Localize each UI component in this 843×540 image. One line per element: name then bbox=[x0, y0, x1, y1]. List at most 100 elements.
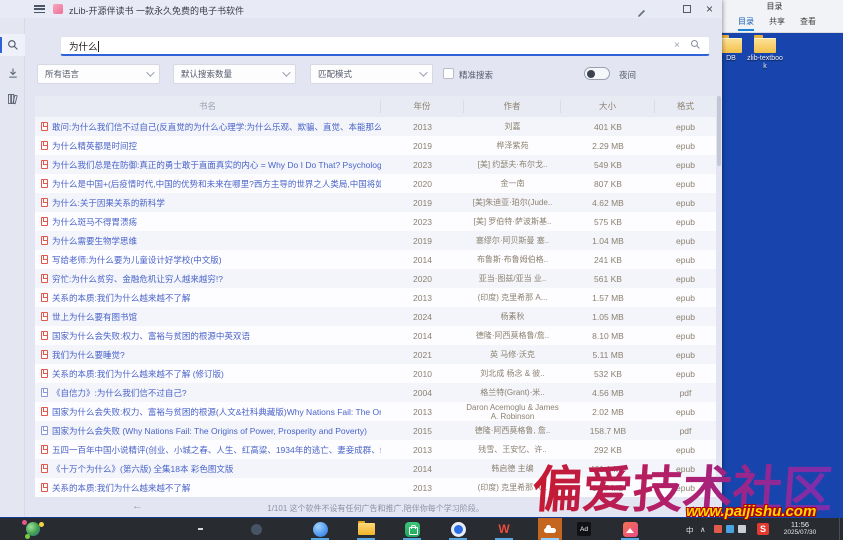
explorer-title: 目录 bbox=[706, 0, 843, 13]
book-title-link[interactable]: 世上为什么要有图书馆 bbox=[52, 311, 137, 323]
table-row[interactable]: 国家为什么会失败 (Why Nations Fail: The Origins … bbox=[35, 421, 716, 440]
header-author[interactable]: 作者 bbox=[464, 100, 561, 113]
table-row[interactable]: 为什么是中国+(后疫情时代,中国的优势和未来在哪里?西方主导的世界之人类局,中国… bbox=[35, 174, 716, 193]
close-button[interactable]: × bbox=[706, 1, 713, 17]
start-button[interactable] bbox=[24, 520, 42, 538]
book-size: 807 KB bbox=[561, 179, 655, 189]
book-title-link[interactable]: 为什么精英都是时间控 bbox=[52, 140, 137, 152]
book-title-link[interactable]: 国家为什么会失败 (Why Nations Fail: The Origins … bbox=[52, 425, 367, 437]
language-filter-value: 所有语言 bbox=[45, 68, 79, 80]
explorer-tab-share[interactable]: 共享 bbox=[769, 13, 785, 31]
book-format-icon bbox=[41, 274, 48, 283]
tray-expand-caret[interactable]: ∧ bbox=[700, 525, 706, 534]
book-title-link[interactable]: 五四一百年中国小说精评(创业、小城之春、人生、红高粱、1934年的逃亡、妻妾成群… bbox=[52, 444, 381, 456]
table-row[interactable]: 为什么我们总是在防御:真正的勇士敢于直面真实的内心 = Why Do I Do … bbox=[35, 155, 716, 174]
table-row[interactable]: 写给老师:为什么要为儿童设计好学校(中文版) 2014 布鲁斯·布鲁姆伯格.. … bbox=[35, 250, 716, 269]
sogou-input-icon[interactable]: S bbox=[757, 523, 769, 535]
table-row[interactable]: 国家为什么会失败:权力、富裕与贫困的根源中英双语 2014 德隆·阿西莫格鲁/詹… bbox=[35, 326, 716, 345]
match-mode-value: 匹配模式 bbox=[318, 68, 352, 80]
book-year: 2014 bbox=[381, 464, 464, 474]
tray-security-icon[interactable] bbox=[714, 525, 722, 533]
sidebar-item-downloads[interactable] bbox=[0, 62, 25, 84]
feedback-pencil-icon[interactable] bbox=[637, 4, 647, 22]
bookshelf-icon bbox=[7, 93, 19, 105]
wps-icon[interactable]: W bbox=[492, 518, 516, 540]
book-author: [美]朱迪亚·珀尔(Jude.. bbox=[464, 198, 561, 207]
photos-icon[interactable] bbox=[618, 518, 642, 540]
search-input[interactable]: 为什么 × bbox=[60, 36, 710, 56]
desktop-icon-zlib-textbook[interactable]: zlib-textbook bbox=[746, 38, 784, 71]
menu-icon[interactable] bbox=[34, 5, 45, 13]
show-desktop-button[interactable] bbox=[839, 518, 843, 540]
book-title-link[interactable]: 为什么:关于因果关系的新科学 bbox=[52, 197, 165, 209]
dim-app-icon[interactable] bbox=[244, 518, 268, 540]
book-title-link[interactable]: 我们为什么要睡觉? bbox=[52, 349, 125, 361]
table-row[interactable]: 《自信力》:为什么我们信不过自己? 2004 格兰特(Grant)·米.. 4.… bbox=[35, 383, 716, 402]
table-row[interactable]: 为什么斑马不得胃溃疡 2023 [美] 罗伯特·萨波斯基.. 575 KB ep… bbox=[35, 212, 716, 231]
book-title-link[interactable]: 为什么是中国+(后疫情时代,中国的优势和未来在哪里?西方主导的世界之人类局,中国… bbox=[52, 178, 381, 190]
book-title-link[interactable]: 为什么斑马不得胃溃疡 bbox=[52, 216, 137, 228]
header-size[interactable]: 大小 bbox=[561, 100, 655, 113]
explorer-tab-home[interactable]: 目录 bbox=[738, 13, 754, 31]
book-title-link[interactable]: 《十万个为什么》(第六版) 全集18本 彩色图文版 bbox=[52, 463, 233, 475]
table-row[interactable]: 世上为什么要有图书馆 2024 杨素秋 1.05 MB epub bbox=[35, 307, 716, 326]
cloud-app-icon-active[interactable] bbox=[538, 518, 562, 540]
tray-volume-icon[interactable] bbox=[738, 525, 746, 533]
player-icon[interactable] bbox=[446, 518, 470, 540]
window-title: zLib-开源伴读书 一款永久免费的电子书软件 bbox=[69, 4, 244, 17]
hidden-icons-dash[interactable] bbox=[188, 518, 212, 540]
table-row[interactable]: 穷忙:为什么贫穷、金融危机让穷人越来越穷!? 2020 亚当·图兹/亚当 业..… bbox=[35, 269, 716, 288]
book-title-link[interactable]: 《自信力》:为什么我们信不过自己? bbox=[52, 387, 187, 399]
book-author: 德隆·阿西莫格鲁, 詹.. bbox=[464, 426, 561, 435]
result-count-dropdown[interactable]: 默认搜索数量 bbox=[173, 64, 296, 84]
ad-app-icon[interactable]: Ad bbox=[572, 518, 596, 540]
header-title[interactable]: 书名 bbox=[35, 100, 381, 113]
table-scrollbar[interactable] bbox=[717, 96, 721, 496]
book-title-link[interactable]: 关系的本质:我们为什么越来越不了解 (修订版) bbox=[52, 368, 224, 380]
ime-indicator[interactable]: 中 bbox=[686, 525, 694, 536]
book-title-link[interactable]: 国家为什么会失败:权力、富裕与贫困的根源(人文&社科典藏版)Why Nation… bbox=[52, 406, 381, 418]
book-title-link[interactable]: 为什么需要生物学思维 bbox=[52, 235, 137, 247]
precise-search-checkbox[interactable] bbox=[443, 68, 454, 79]
book-format-icon bbox=[41, 483, 48, 492]
language-filter-dropdown[interactable]: 所有语言 bbox=[37, 64, 160, 84]
clear-search-icon[interactable]: × bbox=[674, 40, 680, 51]
table-row[interactable]: 国家为什么会失败:权力、富裕与贫困的根源(人文&社科典藏版)Why Nation… bbox=[35, 402, 716, 421]
table-row[interactable]: 关系的本质:我们为什么越来越不了解 2013 (印度) 克里希那 A... 1.… bbox=[35, 288, 716, 307]
book-year: 2010 bbox=[381, 369, 464, 379]
explorer-tab-view[interactable]: 查看 bbox=[800, 13, 816, 31]
quark-browser-icon[interactable] bbox=[308, 518, 332, 540]
header-year[interactable]: 年份 bbox=[381, 100, 464, 113]
tray-network-icon[interactable] bbox=[726, 525, 734, 533]
book-author: 刘嘉 bbox=[464, 122, 561, 131]
sidebar-item-bookshelf[interactable] bbox=[0, 88, 25, 110]
table-row[interactable]: 为什么需要生物学思维 2019 塞缪尔·阿贝斯曼 塞.. 1.04 MB epu… bbox=[35, 231, 716, 250]
table-row[interactable]: 我们为什么要睡觉? 2021 英 马修·沃克 5.11 MB epub bbox=[35, 345, 716, 364]
explorer-window[interactable]: 目录 目录 共享 查看 bbox=[706, 0, 843, 33]
maximize-button[interactable] bbox=[683, 5, 691, 13]
book-title-link[interactable]: 关系的本质:我们为什么越来越不了解 bbox=[52, 292, 190, 304]
book-size: 2.02 MB bbox=[561, 407, 655, 417]
night-mode-toggle[interactable] bbox=[584, 67, 610, 80]
table-row[interactable]: 敢问:为什么我们信不过自己(反直觉的为什么心理学:为什么乐观、欺骗、直觉、本能那… bbox=[35, 117, 716, 136]
table-row[interactable]: 为什么:关于因果关系的新科学 2019 [美]朱迪亚·珀尔(Jude.. 4.6… bbox=[35, 193, 716, 212]
book-title-link[interactable]: 关系的本质:我们为什么越来越不了解 bbox=[52, 482, 190, 494]
taskbar-clock[interactable]: 11:56 2025/07/30 bbox=[776, 520, 824, 537]
file-explorer-icon[interactable] bbox=[354, 518, 378, 540]
app-store-icon[interactable] bbox=[400, 518, 424, 540]
book-title-link[interactable]: 敢问:为什么我们信不过自己(反直觉的为什么心理学:为什么乐观、欺骗、直觉、本能那… bbox=[52, 121, 381, 133]
match-mode-dropdown[interactable]: 匹配模式 bbox=[310, 64, 433, 84]
book-title-link[interactable]: 穷忙:为什么贫穷、金融危机让穷人越来越穷!? bbox=[52, 273, 223, 285]
clock-time: 11:56 bbox=[776, 520, 824, 529]
scrollbar-thumb[interactable] bbox=[717, 96, 721, 166]
book-title-link[interactable]: 为什么我们总是在防御:真正的勇士敢于直面真实的内心 = Why Do I Do … bbox=[52, 159, 381, 171]
sidebar-item-search[interactable] bbox=[0, 34, 25, 56]
table-row[interactable]: 为什么精英都是时间控 2019 桦泽紫苑 2.29 MB epub bbox=[35, 136, 716, 155]
table-row[interactable]: 关系的本质:我们为什么越来越不了解 (修订版) 2010 刘北成 杨念 & 彼.… bbox=[35, 364, 716, 383]
book-title-link[interactable]: 写给老师:为什么要为儿童设计好学校(中文版) bbox=[52, 254, 222, 266]
search-submit-icon[interactable] bbox=[690, 37, 701, 55]
book-title-link[interactable]: 国家为什么会失败:权力、富裕与贫困的根源中英双语 bbox=[52, 330, 250, 342]
book-year: 2020 bbox=[381, 179, 464, 189]
header-format[interactable]: 格式 bbox=[655, 100, 716, 113]
book-format-icon bbox=[41, 350, 48, 359]
